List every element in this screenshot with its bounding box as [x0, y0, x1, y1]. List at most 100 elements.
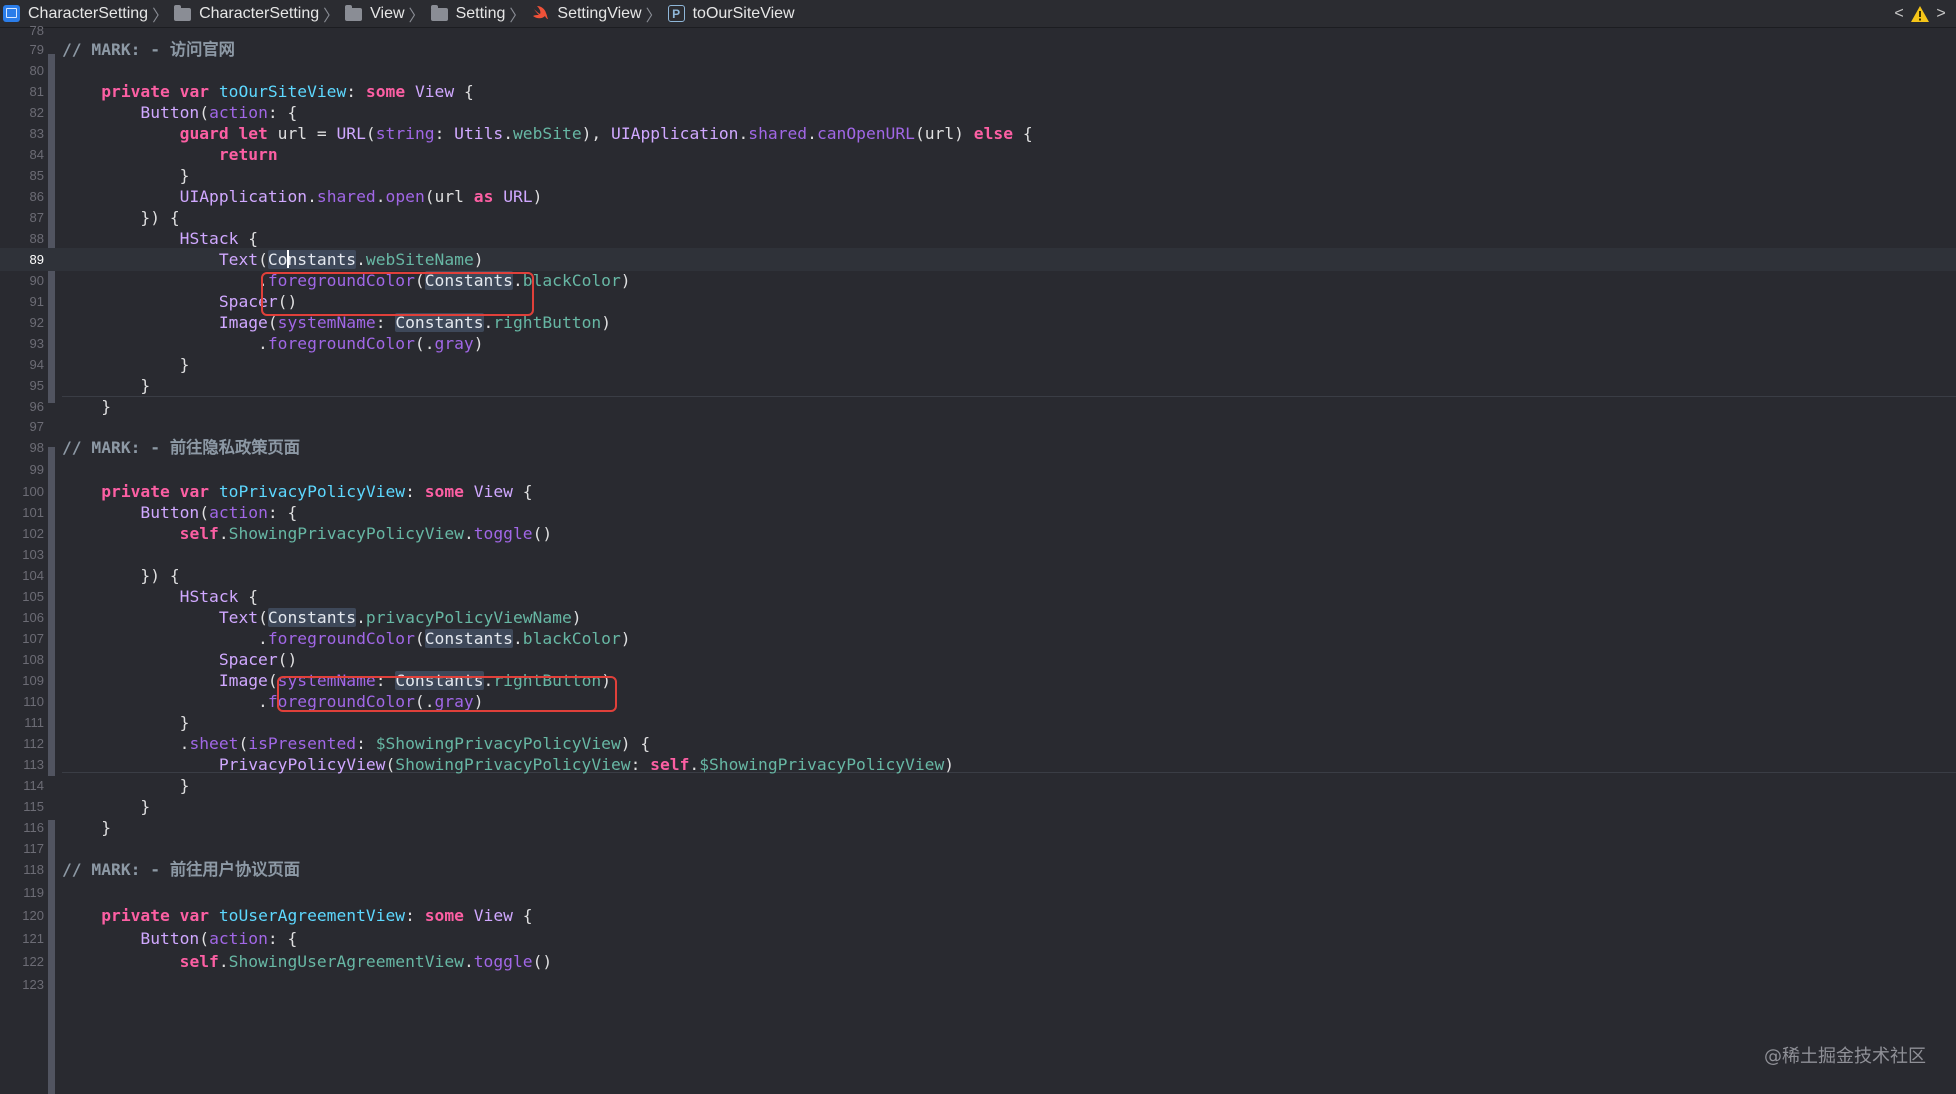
- code-line: 99: [0, 458, 1956, 481]
- code-line: 113 PrivacyPolicyView(ShowingPrivacyPoli…: [0, 753, 1956, 776]
- line-number: 115: [23, 799, 44, 814]
- code-line: 119: [0, 881, 1956, 904]
- code-text: .sheet(isPresented: $ShowingPrivacyPolic…: [62, 734, 651, 753]
- code-text: self.ShowingUserAgreementView.toggle(): [179, 952, 553, 971]
- code-text: HStack {: [179, 587, 259, 606]
- code-line: 97: [0, 415, 1956, 438]
- line-number: 85: [29, 168, 44, 183]
- code-line: 82 Button(action: {: [0, 101, 1956, 124]
- line-number: 118: [23, 862, 44, 877]
- line-number: 101: [22, 505, 44, 520]
- current-code-line: 89 Text(Constants.webSiteName): [0, 248, 1956, 271]
- line-number: 86: [29, 189, 44, 204]
- code-line: 93 .foregroundColor(.gray): [0, 332, 1956, 355]
- mark-comment: // MARK: - 前往用户协议页面: [62, 860, 301, 879]
- line-number: 109: [22, 673, 44, 688]
- code-line: 108 Spacer(): [0, 648, 1956, 671]
- line-number: 90: [29, 273, 44, 288]
- annotation-highlight-box: [261, 272, 534, 316]
- code-line: 123: [0, 973, 1956, 996]
- code-text: }: [62, 355, 190, 374]
- code-line: 111 }: [0, 711, 1956, 734]
- line-number: 100: [22, 484, 44, 499]
- code-line: 107 .foregroundColor(Constants.blackColo…: [0, 627, 1956, 650]
- code-line: 80: [0, 59, 1956, 82]
- code-line: 103: [0, 543, 1956, 566]
- line-number: 102: [22, 526, 44, 541]
- code-line: 117: [0, 837, 1956, 860]
- code-line: 84 return: [0, 143, 1956, 166]
- line-number: 91: [29, 294, 44, 309]
- annotation-highlight-box: [277, 676, 617, 712]
- code-line: 98 // MARK: - 前往隐私政策页面: [0, 436, 1956, 459]
- line-number: 82: [29, 105, 44, 120]
- line-number: 89: [29, 252, 44, 267]
- code-text: self.ShowingPrivacyPolicyView.toggle(): [179, 524, 553, 543]
- mark-comment: // MARK: - 访问官网: [62, 40, 235, 59]
- line-number: 116: [23, 820, 44, 835]
- code-line: 104 }) {: [0, 564, 1956, 587]
- line-number: 95: [29, 378, 44, 393]
- code-text: }: [62, 713, 190, 732]
- line-number: 92: [29, 315, 44, 330]
- code-editor[interactable]: 78 79// MARK: - 访问官网 80 81 private var t…: [0, 23, 1956, 1094]
- watermark: @稀土掘金技术社区: [1764, 1046, 1926, 1067]
- mark-comment: // MARK: - 前往隐私政策页面: [62, 438, 301, 457]
- code-text: }: [62, 776, 190, 795]
- code-text: }: [62, 818, 112, 837]
- line-number: 105: [22, 589, 44, 604]
- line-number: 104: [22, 568, 44, 583]
- code-text: Button(action: {: [140, 929, 298, 948]
- code-text: }: [62, 376, 151, 395]
- code-text: .foregroundColor(.gray): [62, 334, 484, 353]
- line-number: 110: [23, 694, 44, 709]
- line-number: 99: [29, 462, 44, 477]
- code-text: Button(action: {: [140, 503, 298, 522]
- line-number: 79: [29, 42, 44, 57]
- code-line: 121 Button(action: {: [0, 927, 1956, 950]
- code-line: 85 }: [0, 164, 1956, 187]
- line-number: 103: [22, 547, 44, 562]
- code-text: HStack {: [179, 229, 259, 248]
- line-number: 107: [22, 631, 44, 646]
- code-line: 116 }: [0, 816, 1956, 839]
- line-number: 108: [22, 652, 44, 667]
- code-line: 115 }: [0, 795, 1956, 818]
- code-text: PrivacyPolicyView(ShowingPrivacyPolicyVi…: [218, 755, 955, 774]
- code-text: Text(Constants.privacyPolicyViewName): [218, 608, 582, 627]
- line-number: 121: [22, 931, 44, 946]
- code-text: private var toPrivacyPolicyView: some Vi…: [101, 482, 533, 501]
- code-line: 105 HStack {: [0, 585, 1956, 608]
- line-number: 80: [29, 63, 44, 78]
- code-text: }) {: [62, 208, 180, 227]
- code-line: 94 }: [0, 353, 1956, 376]
- line-number: 83: [29, 126, 44, 141]
- code-line: 86 UIApplication.shared.open(url as URL): [0, 185, 1956, 208]
- code-text: private var toUserAgreementView: some Vi…: [101, 906, 533, 925]
- code-text: Text(Constants.webSiteName): [218, 250, 484, 269]
- line-number: 94: [29, 357, 44, 372]
- line-number: 106: [22, 610, 44, 625]
- code-text: }) {: [62, 566, 180, 585]
- code-text: Button(action: {: [140, 103, 298, 122]
- code-line: 102 self.ShowingPrivacyPolicyView.toggle…: [0, 522, 1956, 545]
- line-number: 114: [23, 778, 44, 793]
- line-number: 111: [24, 715, 44, 730]
- code-line: 81 private var toOurSiteView: some View …: [0, 80, 1956, 103]
- code-text: guard let url = URL(string: Utils.webSit…: [179, 124, 1033, 143]
- code-line: 118 // MARK: - 前往用户协议页面: [0, 858, 1956, 881]
- line-number: 81: [29, 84, 44, 99]
- code-line: 114 }: [0, 774, 1956, 797]
- code-text: .foregroundColor(Constants.blackColor): [62, 629, 631, 648]
- code-line: 100 private var toPrivacyPolicyView: som…: [0, 480, 1956, 503]
- text-cursor: [287, 250, 290, 268]
- code-line: 101 Button(action: {: [0, 501, 1956, 524]
- code-line: 79 // MARK: - 访问官网: [0, 38, 1956, 61]
- line-number: 93: [29, 336, 44, 351]
- line-number: 119: [23, 885, 44, 900]
- line-number: 97: [29, 419, 44, 434]
- code-line: 87 }) {: [0, 206, 1956, 229]
- code-line: 106 Text(Constants.privacyPolicyViewName…: [0, 606, 1956, 629]
- code-text: return: [218, 145, 278, 164]
- code-line: 83 guard let url = URL(string: Utils.web…: [0, 122, 1956, 145]
